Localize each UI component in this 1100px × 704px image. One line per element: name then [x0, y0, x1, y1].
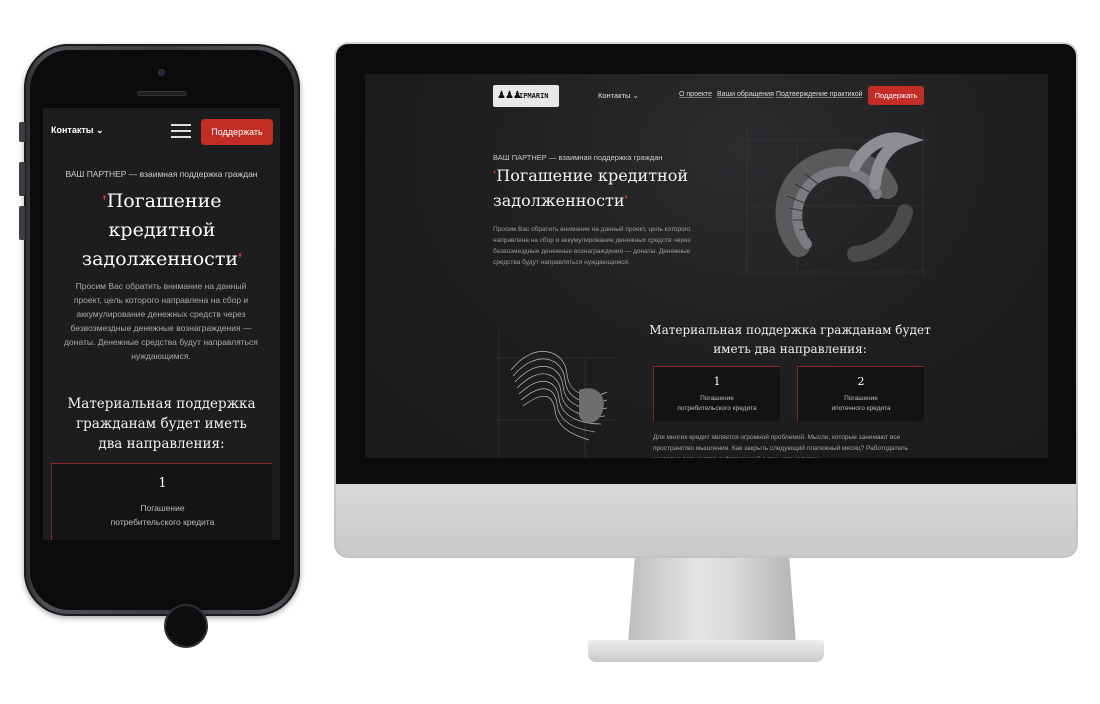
- desktop-contacts-dropdown[interactable]: Контакты ⌄: [598, 91, 639, 100]
- card-number: 1: [713, 375, 721, 388]
- desktop-credit-paragraph: Для многих кредит является огромной проб…: [653, 434, 909, 458]
- desktop-hero-description: Просим Вас обратить внимание на данный п…: [493, 226, 691, 266]
- phone-home-button: [164, 604, 208, 648]
- desktop-direction-card-1: 1 Погашение потребительского кредита: [653, 366, 780, 421]
- mobile-header: Контакты ⌄ Поддержать: [43, 108, 280, 156]
- desktop-page: ♟♟♟ IPMARIN Контакты ⌄ О проекте Ваши об…: [365, 74, 1048, 458]
- monitor-base: [588, 640, 824, 662]
- phone-speaker: [137, 91, 187, 96]
- nav-link-practice[interactable]: Подтверждение практикой: [776, 91, 863, 98]
- desktop-support-button[interactable]: Поддержать: [868, 86, 924, 105]
- mobile-page: Контакты ⌄ Поддержать ВАШ ПАРТНЕР — взаи…: [43, 108, 280, 540]
- phone-volume-up: [19, 162, 25, 196]
- ribbon-sculpture-image: [495, 330, 617, 458]
- desktop-direction-card-2: 2 Погашение ипотечного кредита: [797, 366, 924, 421]
- mobile-direction-card-1: 1 Погашение потребительского кредита: [51, 463, 272, 540]
- site-logo[interactable]: ♟♟♟ IPMARIN: [493, 85, 559, 107]
- people-logo-icon: ♟♟♟: [497, 90, 522, 101]
- desktop-partner-tagline: ВАШ ПАРТНЕР — взаимная поддержка граждан: [493, 153, 663, 162]
- phone-camera: [158, 69, 165, 76]
- mobile-hero-title: ❜Погашение кредитной задолженности❜: [81, 190, 243, 270]
- phone-volume-down: [19, 206, 25, 240]
- nav-link-appeals[interactable]: Ваши обращения: [717, 91, 774, 98]
- card-number: 1: [158, 476, 167, 491]
- desktop-hero-title: ❜Погашение кредитной задолженности❜: [493, 166, 689, 210]
- quote-mark-icon: ❜: [238, 252, 243, 267]
- mobile-hero-description: Просим Вас обратить внимание на данный п…: [64, 281, 258, 361]
- quote-mark-icon: ❜: [624, 195, 628, 206]
- spiral-sculpture-image: [737, 126, 929, 276]
- desktop-support-heading: Материальная поддержка гражданам будет и…: [649, 323, 931, 356]
- hamburger-menu-icon[interactable]: [171, 124, 191, 138]
- phone-mute-switch: [19, 122, 25, 142]
- mobile-support-heading: Материальная поддержка гражданам будет и…: [67, 396, 256, 452]
- monitor-chin: [336, 484, 1076, 556]
- mobile-partner-tagline: ВАШ ПАРТНЕР — взаимная поддержка граждан: [65, 169, 258, 179]
- monitor-stand: [628, 558, 796, 644]
- mobile-support-button[interactable]: Поддержать: [201, 119, 273, 145]
- card-text: Погашение потребительского кредита: [677, 395, 757, 412]
- card-number: 2: [857, 375, 865, 388]
- card-text: Погашение потребительского кредита: [110, 503, 215, 527]
- card-text: Погашение ипотечного кредита: [831, 395, 891, 412]
- mobile-contacts-dropdown[interactable]: Контакты ⌄: [51, 125, 103, 136]
- nav-link-about[interactable]: О проекте: [679, 91, 712, 98]
